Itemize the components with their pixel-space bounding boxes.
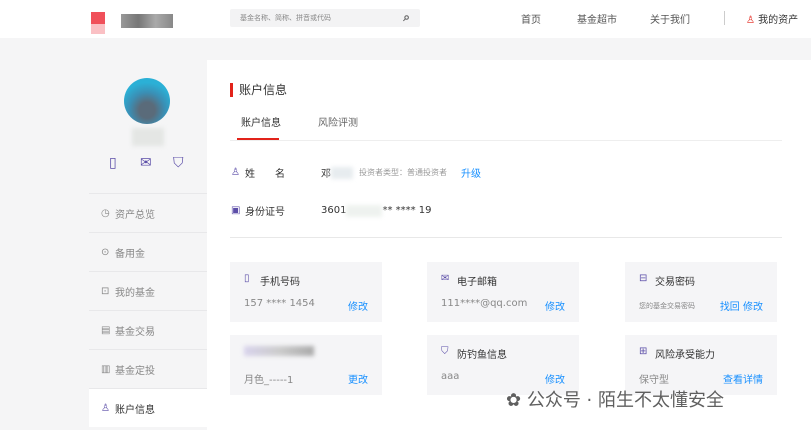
card-title: 风险承受能力	[655, 350, 715, 361]
user-icon: ♙	[746, 15, 755, 26]
shield-icon: ⛉	[441, 346, 449, 357]
id-suffix: ** **** 19	[382, 205, 432, 216]
id-label: 身份证号	[245, 207, 285, 218]
watermark-text: 公众号 · 陌生不太懂安全	[526, 390, 724, 411]
investor-type: 投资者类型：普通投资者	[359, 168, 447, 177]
phone-icon[interactable]: ▯	[109, 155, 117, 171]
name-value: 邓	[321, 169, 331, 180]
top-header: 基金名称、简称、拼音或代码 ⌕ 首页 基金超市 关于我们 ♙ 我的资产	[0, 0, 811, 38]
sidebar-item-label: 我的基金	[115, 287, 155, 299]
mail-icon[interactable]: ✉	[140, 155, 152, 171]
nav-my-assets[interactable]: ♙ 我的资产	[746, 11, 798, 26]
sidebar-item-reserve[interactable]: ⊙ 备用金	[89, 232, 207, 271]
view-risk-details-link[interactable]: 查看详情	[723, 371, 763, 386]
upgrade-link[interactable]: 升级	[461, 165, 481, 180]
card-value: 月色_-----1	[244, 375, 294, 386]
modify-anti-phishing-link[interactable]: 修改	[545, 371, 565, 386]
user-icon: ♙	[231, 167, 240, 178]
chart-icon: ⊡	[101, 285, 110, 297]
search-placeholder: 基金名称、简称、拼音或代码	[240, 14, 331, 22]
divider	[230, 237, 782, 238]
nav-divider	[724, 11, 725, 25]
sidebar-item-label: 基金交易	[115, 326, 155, 338]
sidebar-item-label: 资产总览	[115, 209, 155, 221]
sidebar: ▯ ✉ ⛉ ◷ 资产总览 ⊙ 备用金 ⊡ 我的基金 ▤ 基金交易 ▥ 基金定投 ♙ 账户信息	[89, 60, 207, 430]
avatar[interactable]	[124, 78, 170, 124]
id-prefix: 3601	[321, 205, 347, 216]
card-title: 电子邮箱	[457, 277, 497, 288]
main-panel: 账户信息 账户信息 风险评测 ♙ 姓 名 邓 投资者类型：普通投资者 升级 ▣ …	[207, 60, 811, 430]
page-title: 账户信息	[230, 83, 287, 97]
calendar-icon: ▤	[101, 324, 111, 336]
sidebar-item-account[interactable]: ♙ 账户信息	[89, 388, 207, 427]
sidebar-item-overview[interactable]: ◷ 资产总览	[89, 193, 207, 232]
bar-icon: ▥	[101, 363, 111, 375]
nickname-title-blurred	[244, 346, 314, 356]
card-value: aaa	[441, 371, 460, 382]
logo[interactable]	[85, 6, 180, 34]
my-assets-label: 我的资产	[758, 15, 799, 26]
modify-phone-link[interactable]: 修改	[348, 298, 368, 313]
name-label: 姓 名	[245, 169, 285, 180]
card-title: 交易密码	[655, 277, 695, 288]
search-input[interactable]: 基金名称、简称、拼音或代码 ⌕	[230, 9, 420, 27]
tab-account-info[interactable]: 账户信息	[241, 114, 281, 129]
name-blurred	[331, 166, 353, 179]
tab-risk-assessment[interactable]: 风险评测	[318, 114, 358, 129]
card-phone: ▯ 手机号码 157 **** 1454 修改	[230, 262, 382, 322]
wechat-icon: ✿	[506, 390, 522, 411]
nav-home[interactable]: 首页	[521, 11, 541, 26]
card-nickname: 月色_-----1 更改	[230, 335, 382, 395]
sidebar-item-trade[interactable]: ▤ 基金交易	[89, 310, 207, 349]
modify-email-link[interactable]: 修改	[545, 298, 565, 313]
modify-password-link[interactable]: 修改	[743, 302, 763, 313]
card-value: 157 **** 1454	[244, 298, 315, 309]
watermark: ✿ 公众号 · 陌生不太懂安全	[506, 386, 724, 412]
phone-icon: ▯	[244, 273, 250, 284]
coin-icon: ⊙	[101, 246, 110, 258]
clock-icon: ◷	[101, 207, 110, 219]
sidebar-item-label: 账户信息	[115, 404, 155, 416]
username-blurred	[132, 128, 164, 146]
id-row: ▣ 身份证号 3601 ** **** 19	[231, 203, 432, 218]
card-value: 保守型	[639, 375, 669, 386]
mail-icon: ✉	[441, 273, 450, 284]
card-value: 111****@qq.com	[441, 298, 528, 309]
card-value: 您的基金交易密码	[639, 302, 695, 310]
sidebar-item-my-funds[interactable]: ⊡ 我的基金	[89, 271, 207, 310]
card-trade-password: ⊟ 交易密码 您的基金交易密码 找回 修改	[625, 262, 777, 322]
lock-icon: ⊟	[639, 273, 648, 284]
id-card-icon: ▣	[231, 205, 241, 216]
risk-icon: ⊞	[639, 346, 648, 357]
sidebar-item-label: 基金定投	[115, 365, 155, 377]
card-email: ✉ 电子邮箱 111****@qq.com 修改	[427, 262, 579, 322]
recover-password-link[interactable]: 找回	[720, 302, 740, 313]
sidebar-item-auto-invest[interactable]: ▥ 基金定投	[89, 349, 207, 388]
name-row: ♙ 姓 名 邓 投资者类型：普通投资者 升级	[231, 165, 481, 180]
search-icon[interactable]: ⌕	[403, 10, 410, 25]
active-tab-indicator	[237, 138, 279, 140]
user-icon: ♙	[101, 402, 110, 414]
card-title: 手机号码	[260, 277, 300, 288]
tab-bar	[230, 140, 782, 141]
change-nickname-link[interactable]: 更改	[348, 371, 368, 386]
sidebar-item-label: 备用金	[115, 248, 145, 260]
nav-fund-market[interactable]: 基金超市	[577, 11, 617, 26]
id-blurred	[346, 204, 383, 217]
shield-icon[interactable]: ⛉	[173, 155, 184, 171]
card-title: 防钓鱼信息	[457, 350, 507, 361]
nav-about[interactable]: 关于我们	[650, 11, 690, 26]
